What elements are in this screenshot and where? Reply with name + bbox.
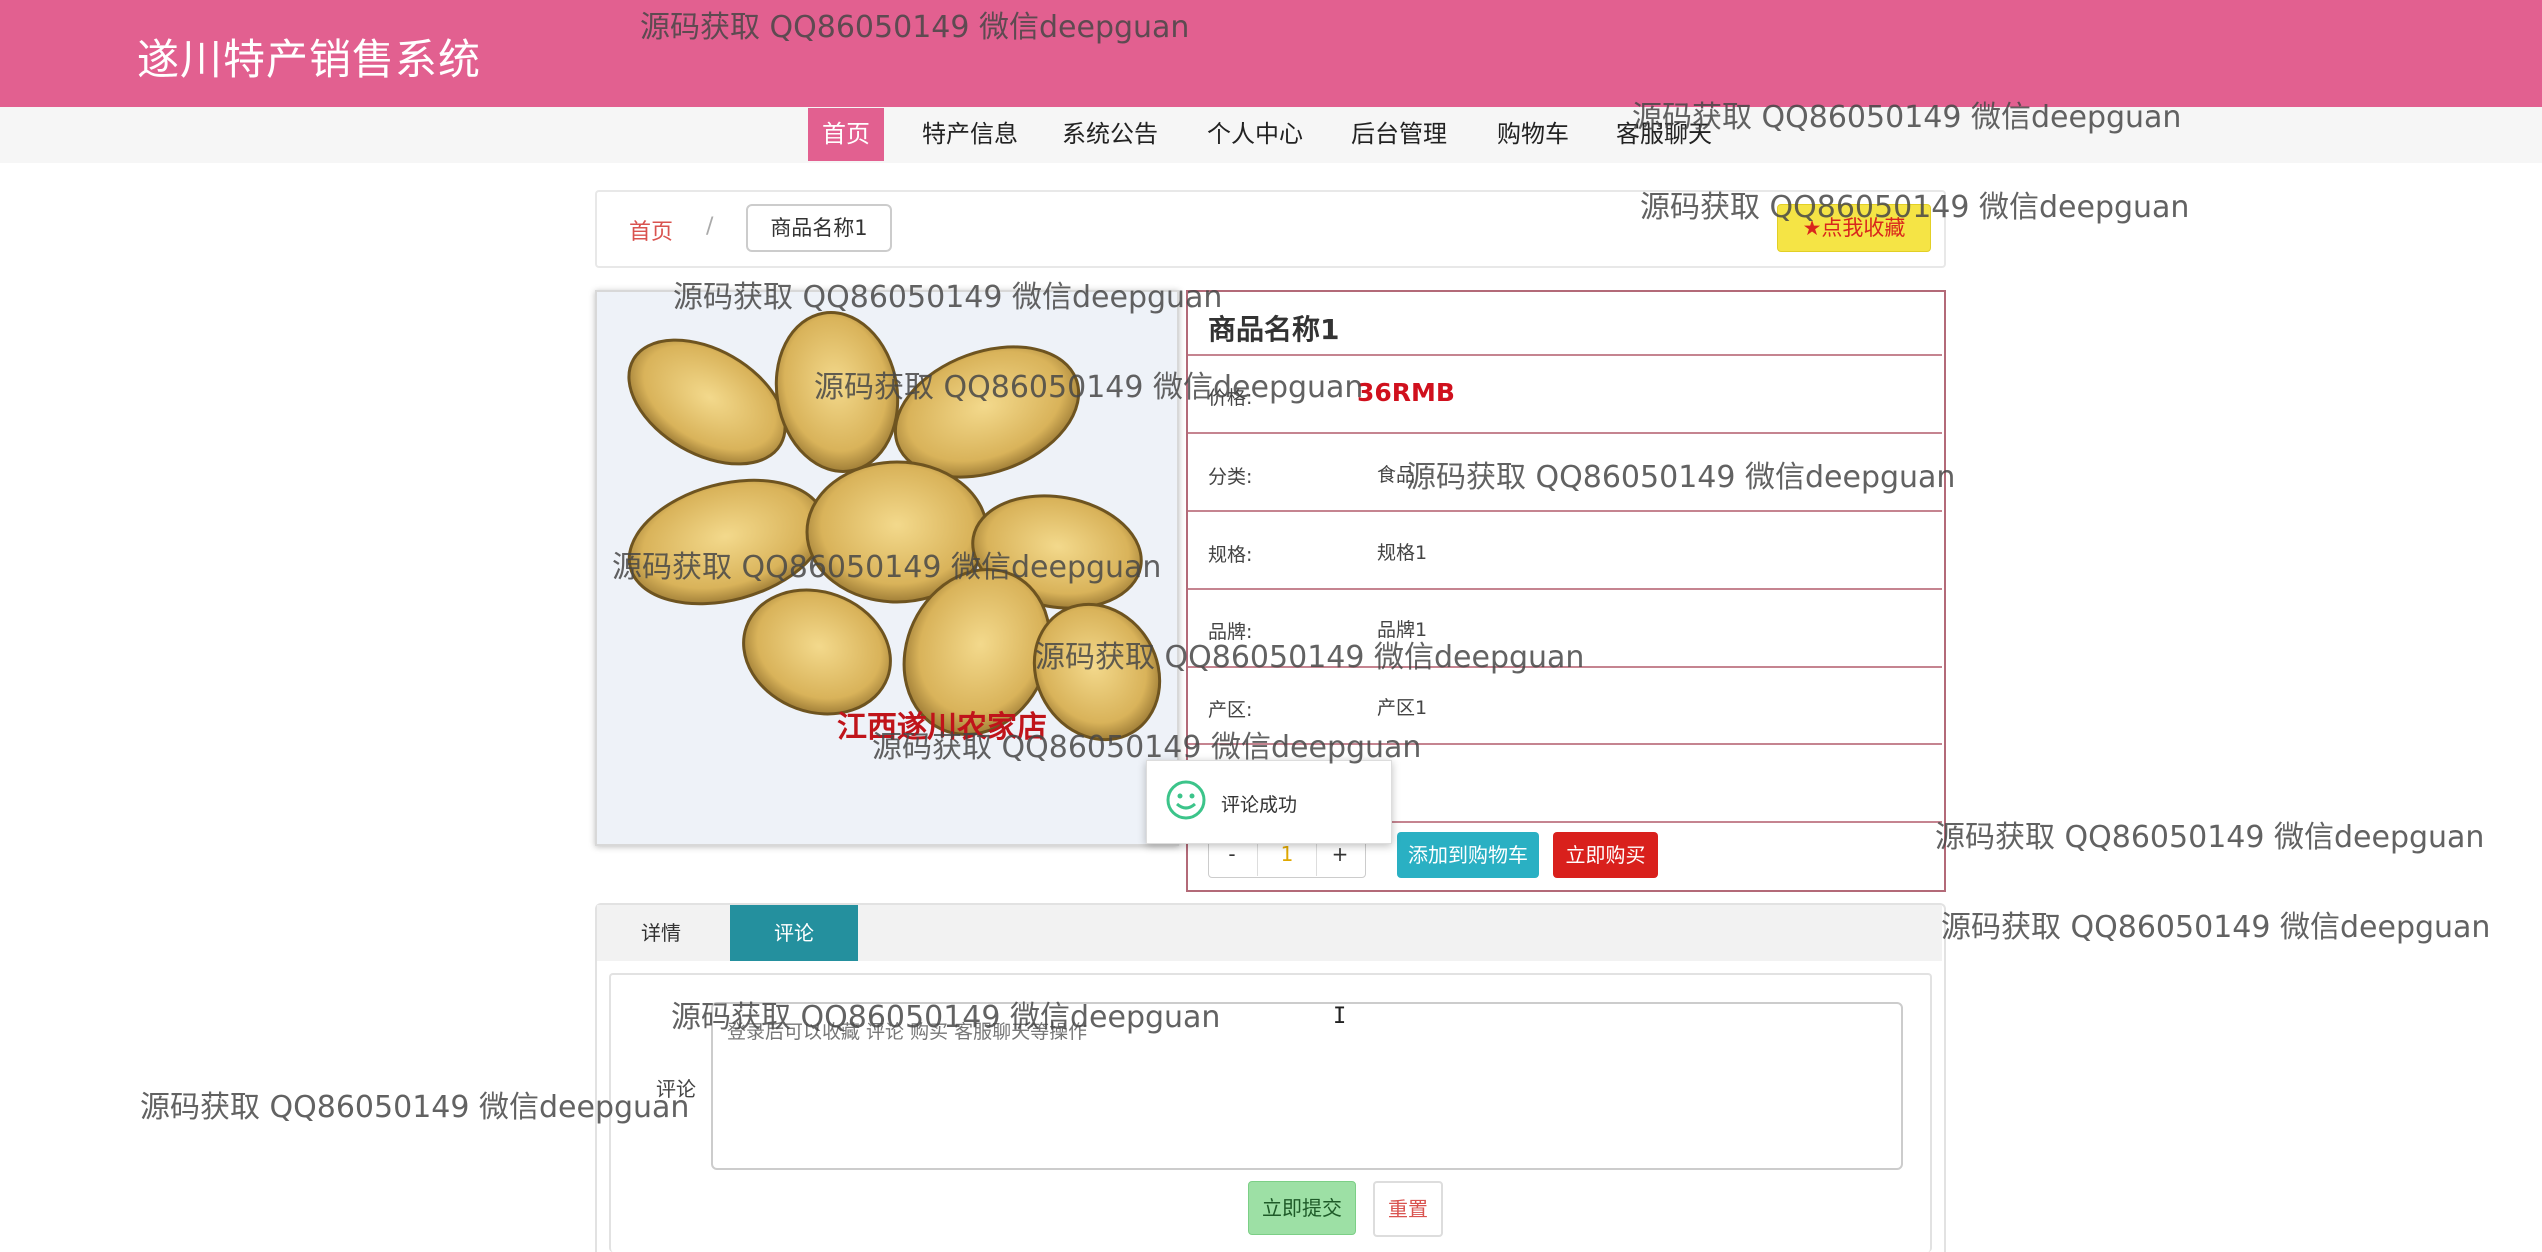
category-value: 食品: [1377, 464, 1416, 486]
nav-item-chat[interactable]: 客服聊天: [1616, 108, 1712, 161]
star-icon: ★: [1802, 216, 1822, 240]
tab-details[interactable]: 详情: [597, 905, 725, 961]
spec-value: 规格1: [1377, 542, 1428, 564]
favorite-button[interactable]: ★点我收藏: [1777, 204, 1931, 252]
breadcrumb-home-link[interactable]: 首页: [629, 214, 673, 246]
comment-placeholder: 登录后可以收藏 评论 购买 客服聊天等操作: [727, 1021, 1088, 1043]
product-name: 商品名称1: [1208, 313, 1340, 346]
origin-label: 产区:: [1208, 699, 1253, 721]
nav-item-announcements[interactable]: 系统公告: [1062, 108, 1158, 161]
spec-label: 规格:: [1208, 544, 1253, 566]
add-to-cart-button[interactable]: 添加到购物车: [1397, 832, 1539, 878]
submit-button[interactable]: 立即提交: [1248, 1181, 1356, 1235]
watermark: 源码获取 QQ86050149 微信deepguan: [1935, 820, 2485, 855]
image-caption: 江西遂川农家店: [837, 710, 1047, 745]
buy-now-button[interactable]: 立即购买: [1553, 832, 1658, 878]
origin-value: 产区1: [1377, 697, 1428, 719]
toast-message: 评论成功: [1221, 794, 1298, 816]
watermark: 源码获取 QQ86050149 微信deepguan: [1941, 910, 2491, 945]
breadcrumb-current: 商品名称1: [746, 204, 892, 252]
divider: [1188, 510, 1942, 512]
divider: [1188, 743, 1942, 745]
tab-comments[interactable]: 评论: [730, 905, 858, 961]
comment-label: 评论: [656, 1077, 696, 1101]
breadcrumb-separator: /: [706, 214, 714, 239]
price-label: 价格:: [1208, 387, 1253, 409]
smile-icon: [1166, 780, 1206, 820]
text-cursor-icon: I: [1333, 1004, 1347, 1029]
favorite-button-label: 点我收藏: [1821, 216, 1906, 240]
ginger-slices-photo: [597, 292, 1177, 844]
nav-item-cart[interactable]: 购物车: [1497, 108, 1569, 161]
divider: [1188, 666, 1942, 668]
divider: [1188, 354, 1942, 356]
price-value: 36RMB: [1357, 378, 1455, 407]
reset-button[interactable]: 重置: [1373, 1181, 1443, 1237]
nav-item-home[interactable]: 首页: [808, 108, 884, 161]
site-title[interactable]: 遂川特产销售系统: [137, 26, 481, 87]
brand-value: 品牌1: [1377, 619, 1428, 641]
divider: [1188, 432, 1942, 434]
nav-item-admin[interactable]: 后台管理: [1351, 108, 1447, 161]
nav-item-specialty-info[interactable]: 特产信息: [922, 108, 1018, 161]
product-image: 江西遂川农家店: [595, 290, 1179, 846]
category-label: 分类:: [1208, 466, 1253, 488]
nav-item-personal-center[interactable]: 个人中心: [1207, 108, 1303, 161]
brand-label: 品牌:: [1208, 621, 1253, 643]
divider: [1188, 588, 1942, 590]
